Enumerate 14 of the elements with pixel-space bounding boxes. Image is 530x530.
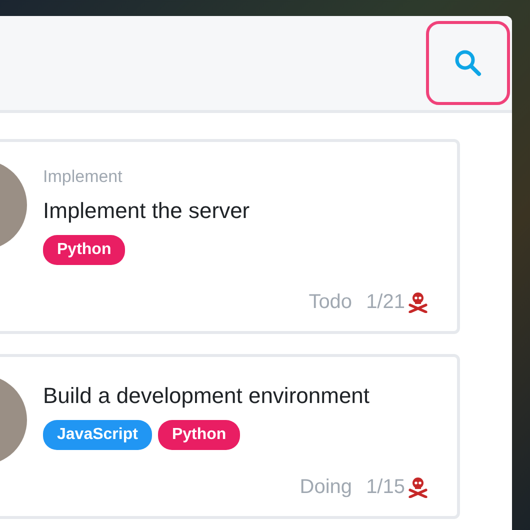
- task-status: Todo: [308, 290, 352, 314]
- task-status: Doing: [300, 474, 352, 500]
- skull-crossbones-icon: [407, 290, 429, 312]
- search-button[interactable]: [426, 21, 510, 105]
- tag: JavaScript: [43, 420, 152, 450]
- skull-crossbones-icon: [407, 476, 429, 498]
- tag: Python: [158, 420, 240, 450]
- tag: Python: [43, 234, 126, 264]
- task-title: Implement the server: [43, 196, 251, 225]
- task-count: 1/21: [366, 290, 405, 314]
- search-icon: [454, 49, 482, 77]
- task-title: Build a development environment: [43, 382, 371, 410]
- task-count: 1/15: [366, 474, 405, 500]
- task-category: Implement: [43, 166, 124, 188]
